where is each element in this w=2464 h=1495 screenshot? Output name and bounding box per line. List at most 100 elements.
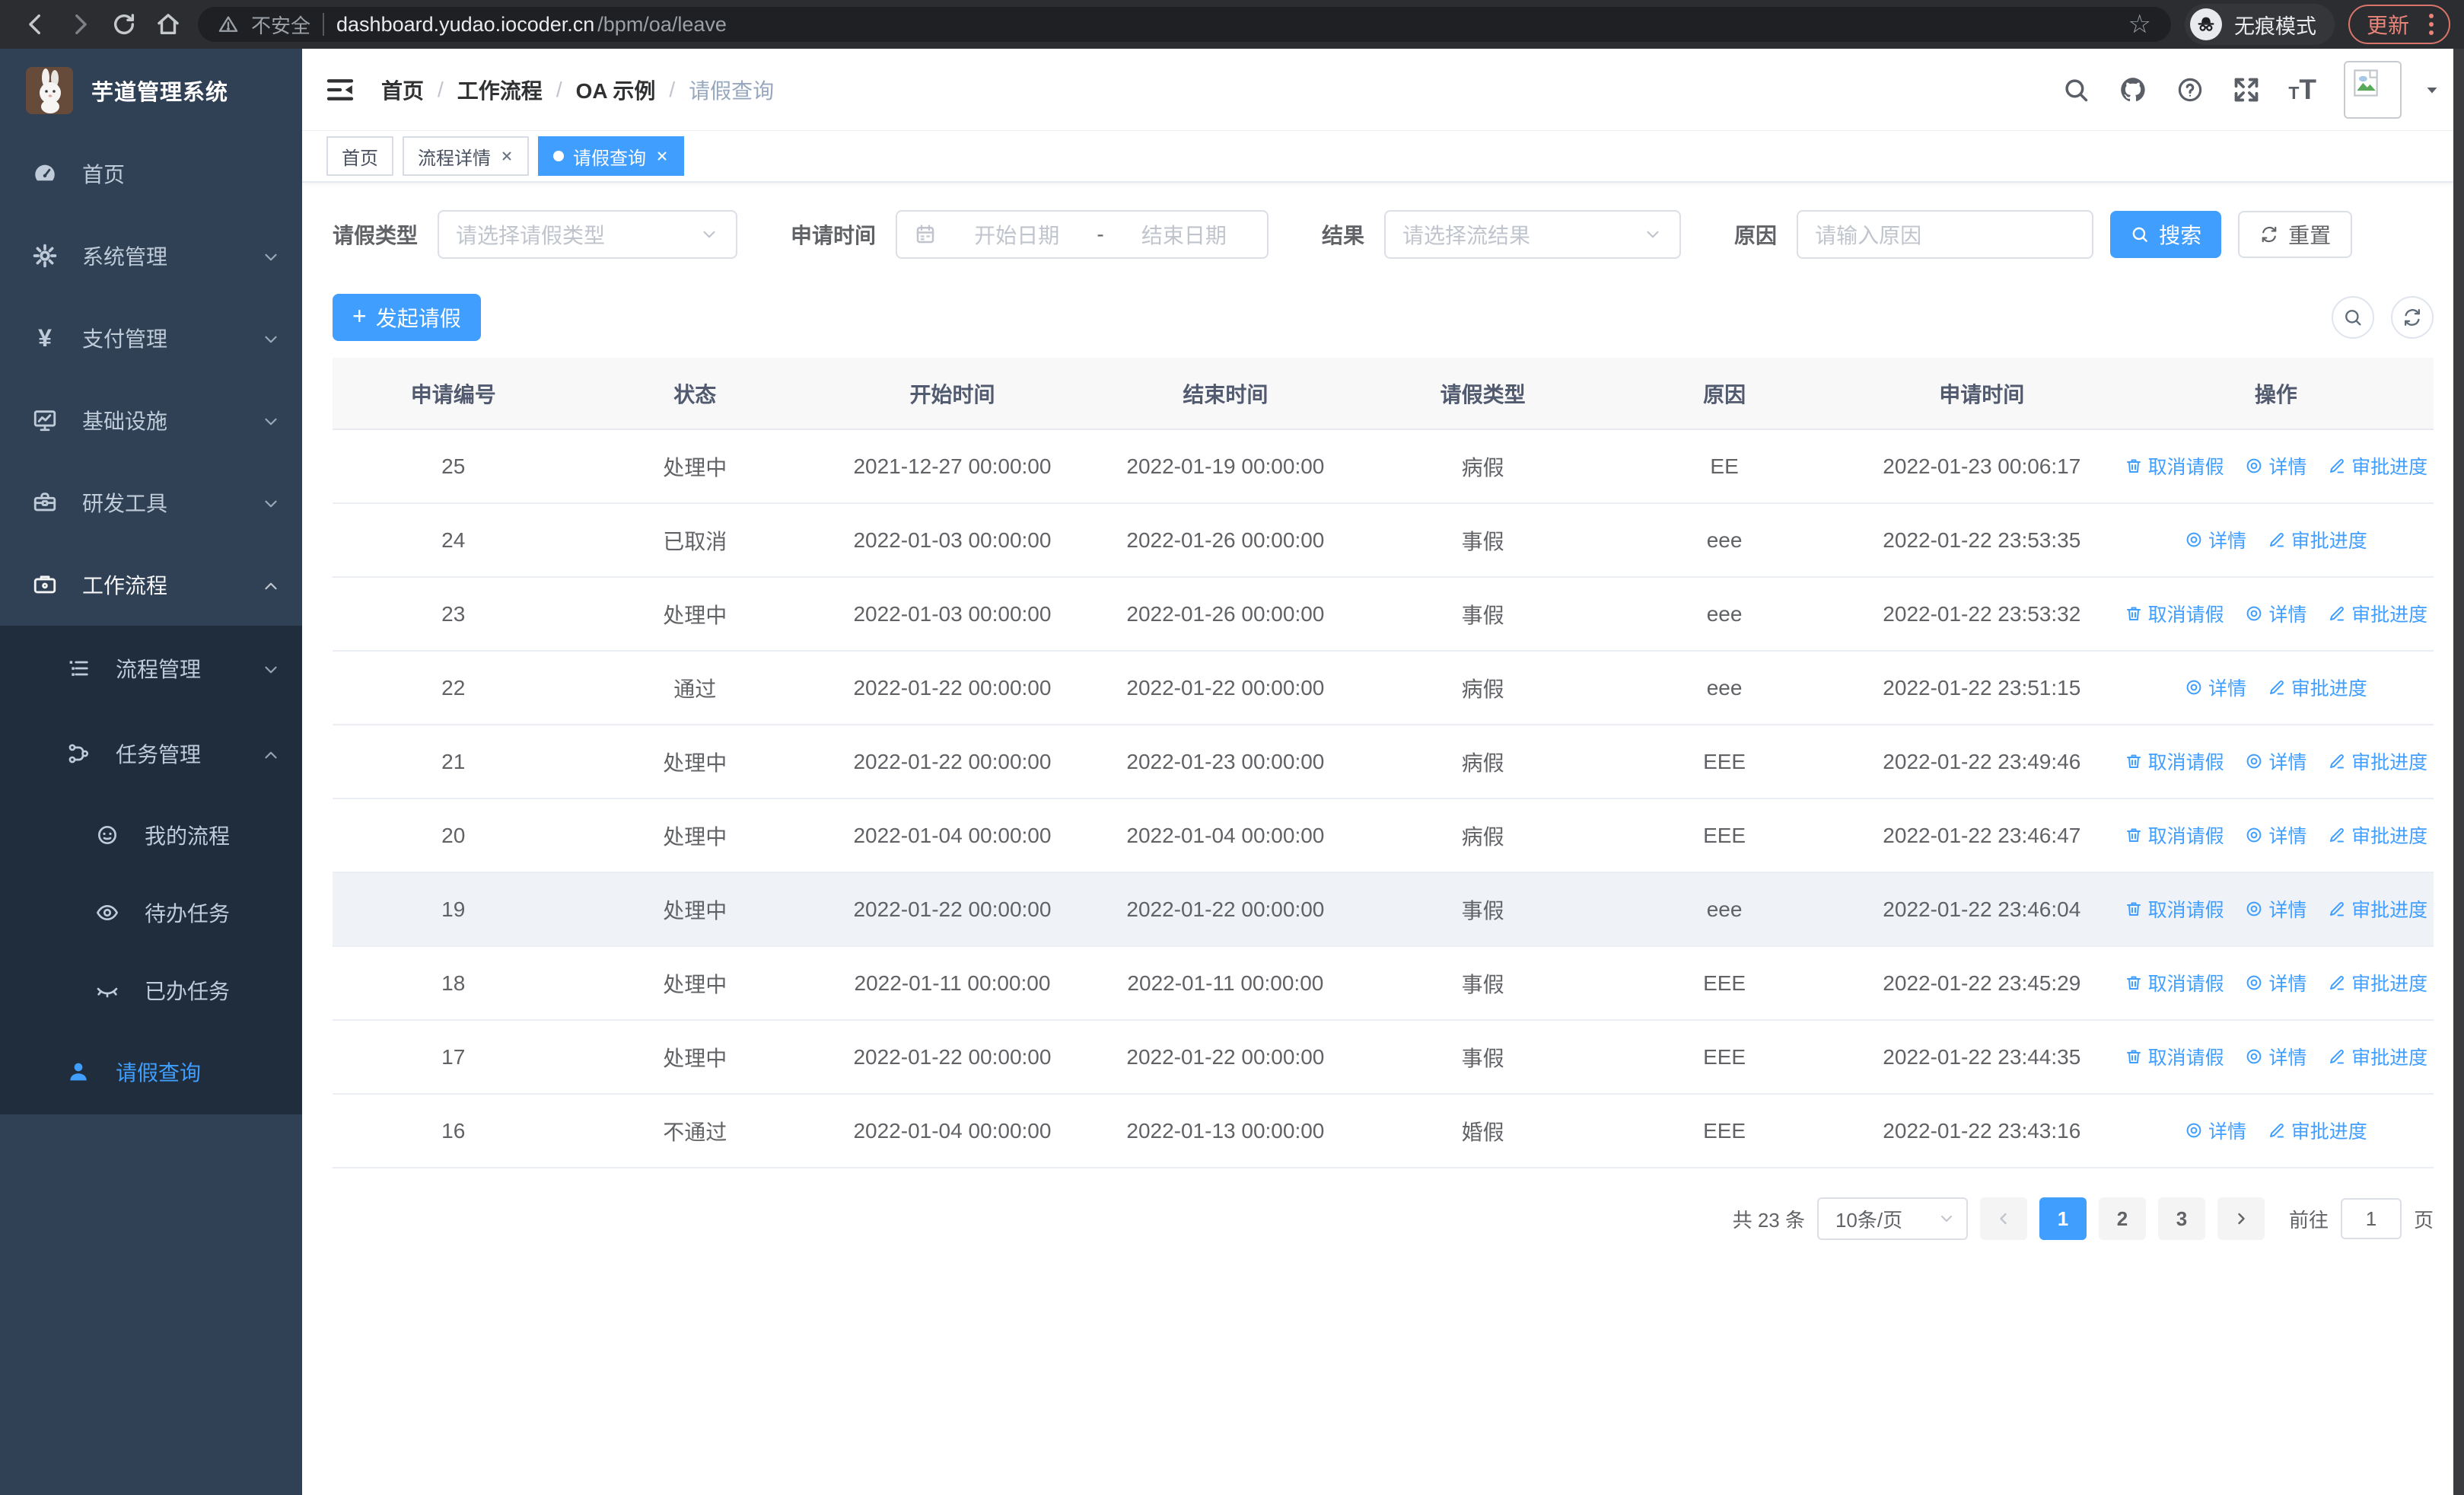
leave-type-select[interactable]: 请选择请假类型 bbox=[438, 210, 738, 259]
detail-link[interactable]: 详情 bbox=[2245, 1043, 2306, 1070]
approval-progress-link[interactable]: 审批进度 bbox=[2328, 600, 2427, 627]
search-icon bbox=[2132, 227, 2147, 242]
page-size-select[interactable]: 10条/页 bbox=[1816, 1197, 1968, 1240]
breadcrumb-workflow[interactable]: 工作流程 bbox=[457, 75, 543, 105]
table-search-toggle-button[interactable] bbox=[2332, 296, 2374, 339]
reload-icon[interactable] bbox=[102, 2, 146, 46]
detail-target-icon bbox=[2186, 680, 2201, 695]
prev-page-button[interactable] bbox=[1979, 1197, 2027, 1240]
cancel-leave-link[interactable]: 取消请假 bbox=[2125, 600, 2224, 627]
sidebar-item-label: 请假查询 bbox=[116, 1061, 202, 1085]
approval-progress-link[interactable]: 审批进度 bbox=[2268, 1117, 2367, 1144]
approval-progress-link[interactable]: 审批进度 bbox=[2328, 969, 2427, 996]
font-size-icon[interactable]: TT bbox=[2288, 74, 2316, 106]
sidebar-item-workflow[interactable]: 工作流程 bbox=[0, 543, 302, 626]
cancel-leave-link[interactable]: 取消请假 bbox=[2125, 1043, 2224, 1070]
sidebar-item-system[interactable]: 系统管理 bbox=[0, 215, 302, 297]
cancel-leave-link[interactable]: 取消请假 bbox=[2125, 969, 2224, 996]
header-search-icon[interactable] bbox=[2061, 75, 2090, 104]
help-icon[interactable] bbox=[2176, 75, 2205, 104]
github-icon[interactable] bbox=[2118, 75, 2148, 105]
table-row: 22 通过 2022-01-22 00:00:00 2022-01-22 00:00… bbox=[333, 651, 2434, 725]
table-refresh-button[interactable] bbox=[2391, 296, 2434, 339]
sidebar-item-my-process[interactable]: 我的流程 bbox=[0, 796, 302, 874]
browser-scrollbar[interactable] bbox=[2453, 49, 2464, 1495]
goto-page-input[interactable] bbox=[2340, 1198, 2402, 1239]
breadcrumb-oa-example[interactable]: OA 示例 bbox=[576, 75, 656, 105]
cancel-leave-link[interactable]: 取消请假 bbox=[2125, 821, 2224, 849]
sidebar: 芋道管理系统 首页 系统管理 ¥ 支付管理 基础设施 研发工具 工作流程 流程管… bbox=[0, 49, 302, 1495]
detail-target-icon bbox=[2246, 754, 2262, 769]
face-icon bbox=[93, 823, 122, 847]
sidebar-item-process-mgmt[interactable]: 流程管理 bbox=[0, 626, 302, 711]
approval-progress-link[interactable]: 审批进度 bbox=[2328, 821, 2427, 849]
breadcrumb-home[interactable]: 首页 bbox=[381, 75, 424, 105]
forward-icon[interactable] bbox=[58, 2, 102, 46]
sidebar-item-done-tasks[interactable]: 已办任务 bbox=[0, 952, 302, 1029]
search-button[interactable]: 搜索 bbox=[2110, 211, 2222, 258]
search-button-label: 搜索 bbox=[2159, 224, 2202, 247]
detail-link[interactable]: 详情 bbox=[2245, 895, 2306, 923]
broken-image-icon bbox=[2354, 69, 2378, 97]
sidebar-item-leave-query[interactable]: 请假查询 bbox=[0, 1029, 302, 1114]
avatar[interactable] bbox=[2344, 60, 2402, 119]
close-icon[interactable] bbox=[500, 149, 514, 163]
col-apply-id: 申请编号 bbox=[333, 358, 575, 430]
table-row: 21 处理中 2022-01-22 00:00:00 2022-01-23 00:0… bbox=[333, 725, 2434, 799]
breadcrumb-separator: / bbox=[556, 77, 562, 101]
reset-button[interactable]: 重置 bbox=[2238, 211, 2353, 258]
detail-link[interactable]: 详情 bbox=[2245, 600, 2306, 627]
detail-link[interactable]: 详情 bbox=[2245, 821, 2306, 849]
detail-link[interactable]: 详情 bbox=[2245, 969, 2306, 996]
tab-process-detail[interactable]: 流程详情 bbox=[403, 136, 529, 176]
browser-menu-icon[interactable] bbox=[2423, 14, 2440, 35]
sidebar-item-home[interactable]: 首页 bbox=[0, 132, 302, 215]
back-icon[interactable] bbox=[14, 2, 58, 46]
tab-home[interactable]: 首页 bbox=[326, 136, 393, 176]
fullscreen-icon[interactable] bbox=[2232, 75, 2261, 104]
date-end-placeholder: 结束日期 bbox=[1141, 224, 1227, 247]
browser-update-button[interactable]: 更新 bbox=[2348, 5, 2450, 44]
page-button-3[interactable]: 3 bbox=[2157, 1197, 2205, 1240]
cancel-leave-link[interactable]: 取消请假 bbox=[2125, 452, 2224, 480]
chevron-down-icon bbox=[261, 326, 281, 350]
page-button-1[interactable]: 1 bbox=[2039, 1197, 2087, 1240]
cancel-leave-link[interactable]: 取消请假 bbox=[2125, 895, 2224, 923]
next-page-button[interactable] bbox=[2217, 1197, 2265, 1240]
detail-link[interactable]: 详情 bbox=[2185, 1117, 2246, 1144]
approval-progress-link[interactable]: 审批进度 bbox=[2328, 895, 2427, 923]
sidebar-item-infra[interactable]: 基础设施 bbox=[0, 379, 302, 461]
sidebar-item-devtools[interactable]: 研发工具 bbox=[0, 461, 302, 543]
sidebar-item-task-mgmt[interactable]: 任务管理 bbox=[0, 711, 302, 796]
reason-input[interactable]: 请输入原因 bbox=[1797, 210, 2094, 259]
approval-progress-link[interactable]: 审批进度 bbox=[2268, 674, 2367, 701]
approval-progress-link[interactable]: 审批进度 bbox=[2328, 748, 2427, 775]
sidebar-item-todo-tasks[interactable]: 待办任务 bbox=[0, 874, 302, 952]
detail-link[interactable]: 详情 bbox=[2245, 748, 2306, 775]
page-button-2[interactable]: 2 bbox=[2098, 1197, 2146, 1240]
cancel-leave-link[interactable]: 取消请假 bbox=[2125, 748, 2224, 775]
tab-leave-query[interactable]: 请假查询 bbox=[538, 136, 684, 176]
approval-progress-link[interactable]: 审批进度 bbox=[2268, 526, 2367, 553]
detail-link[interactable]: 详情 bbox=[2185, 526, 2246, 553]
sidebar-collapse-icon[interactable] bbox=[325, 75, 355, 105]
approval-progress-link[interactable]: 审批进度 bbox=[2328, 452, 2427, 480]
create-leave-button[interactable]: + 发起请假 bbox=[333, 294, 481, 341]
apply-time-range-picker[interactable]: 开始日期 - 结束日期 bbox=[896, 210, 1269, 259]
pen-icon bbox=[2330, 976, 2345, 990]
detail-target-icon bbox=[2246, 458, 2262, 473]
close-icon[interactable] bbox=[655, 149, 669, 163]
chevron-right-icon bbox=[2238, 1213, 2245, 1225]
home-icon[interactable] bbox=[146, 2, 190, 46]
result-select[interactable]: 请选择流结果 bbox=[1384, 210, 1682, 259]
sidebar-item-payment[interactable]: ¥ 支付管理 bbox=[0, 297, 302, 379]
chevron-down-icon[interactable] bbox=[2423, 81, 2441, 99]
approval-progress-link[interactable]: 审批进度 bbox=[2328, 1043, 2427, 1070]
detail-link[interactable]: 详情 bbox=[2245, 452, 2306, 480]
bookmark-star-icon[interactable]: ☆ bbox=[2128, 9, 2151, 40]
address-bar[interactable]: 不安全 dashboard.yudao.iocoder.cn/bpm/oa/le… bbox=[198, 7, 2171, 42]
trash-icon bbox=[2126, 607, 2141, 620]
app-logo[interactable]: 芋道管理系统 bbox=[0, 49, 302, 132]
calendar-icon bbox=[916, 225, 934, 244]
detail-link[interactable]: 详情 bbox=[2185, 674, 2246, 701]
